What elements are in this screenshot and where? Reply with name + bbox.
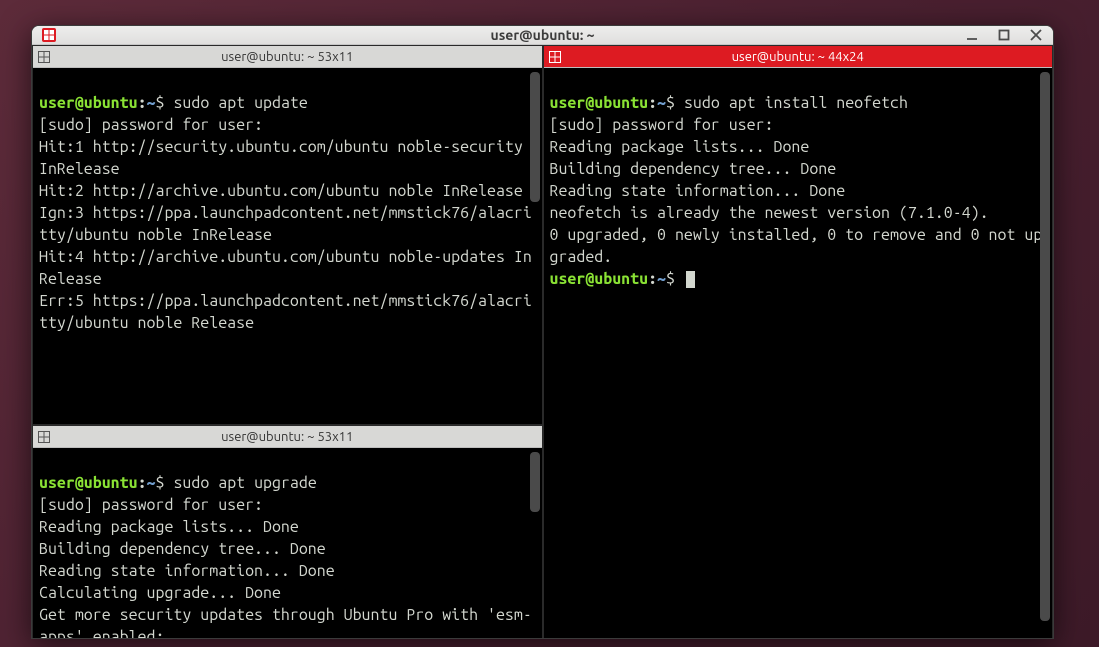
terminal-panes: user@ubuntu: ~ 53x11 user@ubuntu:~$ sudo…: [32, 45, 1053, 639]
pane-top-left[interactable]: user@ubuntu: ~ 53x11 user@ubuntu:~$ sudo…: [32, 45, 543, 425]
terminal-window: user@ubuntu: ~ user@ubuntu: ~ 53x11 user…: [31, 25, 1054, 639]
scrollbar[interactable]: [1040, 72, 1050, 621]
window-controls: [963, 26, 1045, 44]
pane-title: user@ubuntu: ~ 44x24: [544, 50, 1053, 64]
maximize-button[interactable]: [995, 26, 1013, 44]
pane-title: user@ubuntu: ~ 53x11: [33, 430, 542, 444]
pane-right[interactable]: user@ubuntu: ~ 44x24 user@ubuntu:~$ sudo…: [543, 45, 1054, 639]
cursor: [686, 271, 695, 288]
grid-layout-icon[interactable]: [37, 50, 51, 64]
terminal-output-bottom-left[interactable]: user@ubuntu:~$ sudo apt upgrade[sudo] pa…: [33, 448, 542, 639]
window-title: user@ubuntu: ~: [32, 27, 1053, 43]
grid-layout-icon[interactable]: [548, 50, 562, 64]
terminator-app-icon: [40, 26, 58, 44]
pane-header-bottom-left[interactable]: user@ubuntu: ~ 53x11: [33, 426, 542, 448]
scrollbar[interactable]: [530, 452, 540, 512]
minimize-button[interactable]: [963, 26, 981, 44]
window-titlebar[interactable]: user@ubuntu: ~: [32, 26, 1053, 45]
pane-header-top-left[interactable]: user@ubuntu: ~ 53x11: [33, 46, 542, 68]
pane-title: user@ubuntu: ~ 53x11: [33, 50, 542, 64]
grid-layout-icon[interactable]: [37, 430, 51, 444]
terminal-output-right[interactable]: user@ubuntu:~$ sudo apt install neofetch…: [544, 68, 1053, 639]
terminal-output-top-left[interactable]: user@ubuntu:~$ sudo apt update[sudo] pas…: [33, 68, 542, 424]
pane-bottom-left[interactable]: user@ubuntu: ~ 53x11 user@ubuntu:~$ sudo…: [32, 425, 543, 639]
scrollbar[interactable]: [530, 72, 540, 202]
close-button[interactable]: [1027, 26, 1045, 44]
pane-header-right[interactable]: user@ubuntu: ~ 44x24: [544, 46, 1053, 68]
